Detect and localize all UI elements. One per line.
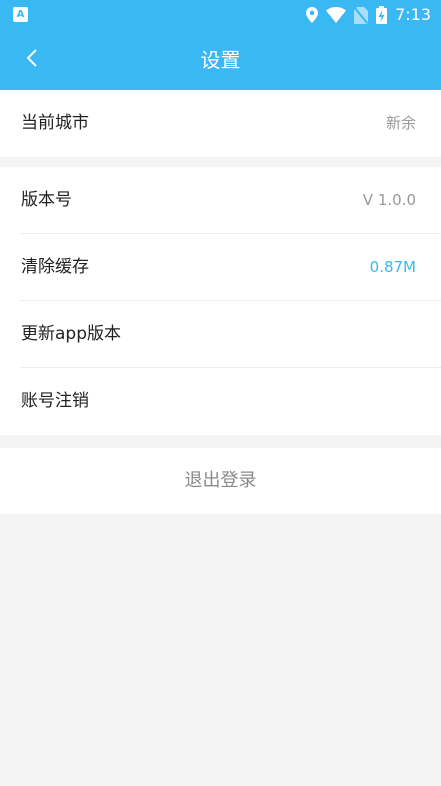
- page-title: 设置: [200, 48, 241, 72]
- app-notification-icon: A: [13, 7, 28, 22]
- info-section: 版本号 V 1.0.0 清除缓存 0.87M 更新app版本 账号注销: [0, 167, 441, 435]
- account-cancel-row[interactable]: 账号注销: [0, 368, 441, 435]
- clear-cache-label: 清除缓存: [21, 257, 89, 277]
- update-app-row[interactable]: 更新app版本: [0, 301, 441, 368]
- wifi-icon: [326, 7, 347, 23]
- cache-size-value: 0.87M: [369, 258, 416, 276]
- battery-charging-icon: [376, 6, 388, 24]
- app-bar: 设置: [0, 30, 441, 90]
- version-row: 版本号 V 1.0.0: [0, 167, 441, 234]
- current-city-value: 新余: [385, 114, 416, 132]
- no-sim-icon: [354, 6, 369, 24]
- account-cancel-label: 账号注销: [21, 391, 89, 411]
- version-value: V 1.0.0: [362, 191, 416, 209]
- update-app-label: 更新app版本: [21, 324, 121, 344]
- location-icon: [306, 7, 319, 23]
- current-city-row[interactable]: 当前城市 新余: [0, 90, 441, 157]
- logout-button[interactable]: 退出登录: [0, 448, 441, 514]
- city-section: 当前城市 新余: [0, 90, 441, 157]
- clear-cache-row[interactable]: 清除缓存 0.87M: [0, 234, 441, 301]
- status-bar: A 7:13: [0, 0, 441, 30]
- current-city-label: 当前城市: [21, 113, 89, 133]
- version-label: 版本号: [21, 190, 72, 210]
- status-time: 7:13: [395, 5, 431, 24]
- status-icons: 7:13: [306, 0, 431, 30]
